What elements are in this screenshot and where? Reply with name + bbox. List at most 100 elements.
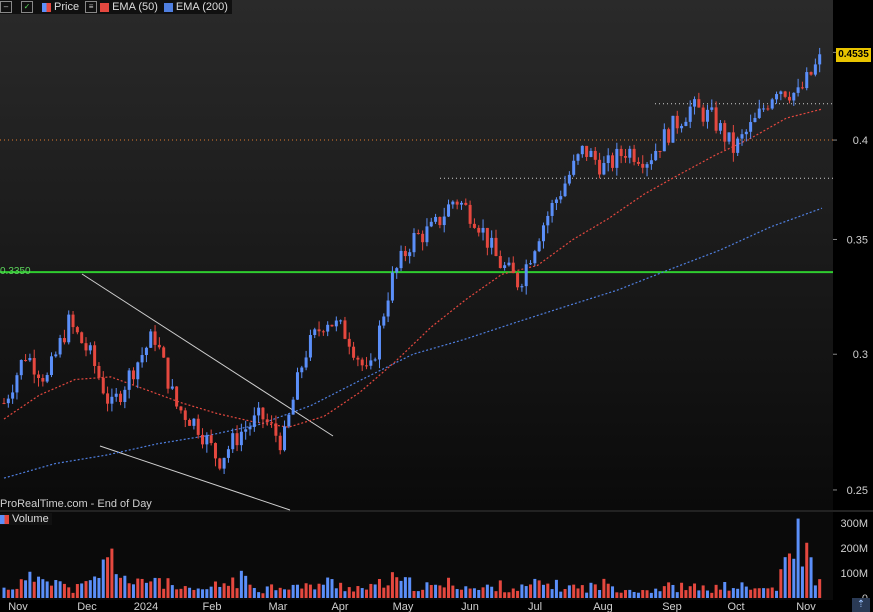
price-axis-label: 0.4 <box>853 135 868 147</box>
price-candle-body <box>80 332 84 344</box>
price-axis-label: 0.25 <box>847 485 868 497</box>
price-candle-body <box>377 325 381 360</box>
price-candle-body <box>805 72 809 89</box>
volume-bar <box>762 588 766 598</box>
price-candle-body <box>723 123 727 142</box>
price-candle-body <box>701 107 705 122</box>
price-candle-body <box>593 150 597 160</box>
price-candle-body <box>252 415 256 427</box>
volume-bar <box>753 588 757 598</box>
volume-bar <box>360 588 364 598</box>
price-candle-body <box>649 160 653 165</box>
volume-bar <box>477 589 481 598</box>
volume-bar <box>429 585 433 598</box>
price-candle-body <box>32 358 36 375</box>
volume-bar <box>170 585 174 598</box>
price-candle-body <box>546 215 550 226</box>
volume-bar <box>2 587 6 598</box>
volume-bar <box>80 583 84 598</box>
volume-bar <box>149 581 153 598</box>
volume-bar <box>749 589 753 598</box>
price-candle-body <box>71 314 75 328</box>
minimize-icon[interactable]: – <box>0 1 12 13</box>
volume-bar <box>369 583 373 598</box>
price-candle-body <box>671 115 675 143</box>
price-candle-body <box>88 345 92 351</box>
volume-bar <box>628 589 632 598</box>
price-candle-body <box>438 216 442 226</box>
price-candle-body <box>408 252 412 257</box>
price-candle-body <box>563 183 567 197</box>
price-candle-body <box>727 132 731 142</box>
legend-ema50[interactable]: ≡ EMA (50) <box>85 1 158 13</box>
volume-bar <box>563 589 567 598</box>
volume-bar <box>533 578 537 598</box>
volume-bar <box>498 580 502 598</box>
price-candle-body <box>800 87 804 89</box>
volume-bar <box>67 587 71 598</box>
volume-bar <box>88 580 92 598</box>
volume-bar <box>619 592 623 598</box>
time-axis-label: Sep <box>662 601 682 612</box>
volume-bar <box>339 582 343 598</box>
volume-bar <box>714 584 718 598</box>
volume-bar <box>688 586 692 598</box>
price-candle-body <box>541 225 545 242</box>
price-candle-body <box>688 106 692 122</box>
volume-bar <box>796 518 800 598</box>
time-axis-label: Dec <box>77 601 97 612</box>
legend-ema200[interactable]: EMA (200) <box>163 1 228 13</box>
menu-icon[interactable]: ≡ <box>85 1 98 13</box>
price-candle-body <box>658 150 662 152</box>
price-candle-body <box>416 232 420 234</box>
volume-legend[interactable]: Volume <box>0 513 52 525</box>
volume-bar <box>283 589 287 598</box>
legend-check[interactable]: ✓ <box>21 1 36 13</box>
ema200-swatch-icon <box>163 2 173 12</box>
price-candle-body <box>343 320 347 339</box>
price-candle-body <box>710 107 714 110</box>
volume-bar <box>511 588 515 598</box>
volume-bar <box>11 589 15 598</box>
volume-bar <box>813 585 817 598</box>
volume-bar <box>459 589 463 598</box>
volume-bar <box>636 592 640 598</box>
price-candle-body <box>261 407 265 420</box>
price-candle-body <box>58 338 62 355</box>
price-candle-body <box>623 156 627 158</box>
price-candle-body <box>222 457 226 469</box>
price-candle-body <box>796 87 800 93</box>
price-candle-body <box>127 370 131 390</box>
price-candle-body <box>559 196 563 200</box>
price-candle-body <box>705 109 709 122</box>
price-candle-body <box>654 150 658 161</box>
price-candle-body <box>317 329 321 332</box>
volume-bar <box>373 584 377 598</box>
price-candle-body <box>308 335 312 358</box>
price-candle-body <box>360 359 364 366</box>
volume-bar <box>589 582 593 598</box>
volume-bar <box>680 582 684 598</box>
price-candle-body <box>45 375 49 382</box>
check-icon[interactable]: ✓ <box>21 1 33 13</box>
volume-bar <box>244 575 248 598</box>
price-candle-body <box>213 443 217 459</box>
scroll-up-icon[interactable]: ⇡ <box>852 598 870 612</box>
price-candle-body <box>667 129 671 143</box>
volume-bar <box>554 579 558 598</box>
price-candle-body <box>136 362 140 380</box>
chart-canvas[interactable]: 0.250.30.350.40.45 0100M200M300M NovDec2… <box>0 0 873 612</box>
volume-bar <box>179 588 183 598</box>
price-candle-body <box>330 324 334 327</box>
price-candle-body <box>615 148 619 168</box>
volume-bar <box>308 584 312 598</box>
support-level-label: 0.3350 <box>0 266 31 277</box>
price-candle-body <box>511 262 515 274</box>
legend-price-label: Price <box>54 1 80 13</box>
price-candle-body <box>425 226 429 243</box>
price-candle-body <box>326 324 330 332</box>
price-candle-body <box>813 64 817 75</box>
legend-toggle[interactable]: – <box>0 1 15 13</box>
legend-price[interactable]: Price <box>42 1 79 13</box>
price-candle-body <box>11 392 15 399</box>
